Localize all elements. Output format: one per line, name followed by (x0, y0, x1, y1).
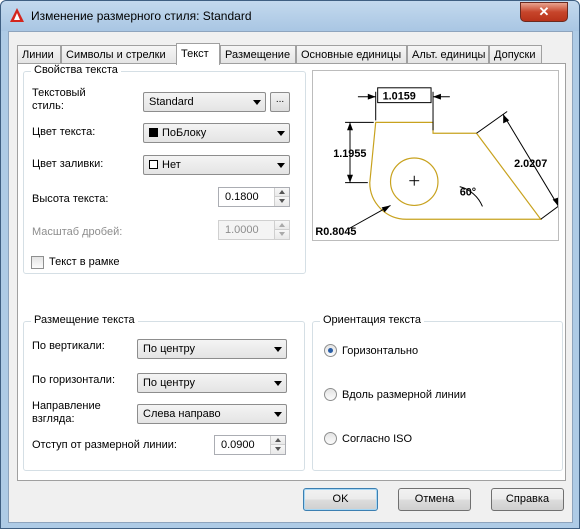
spin-up-icon[interactable] (274, 221, 289, 230)
combo-value: По центру (143, 343, 195, 355)
spin-down-icon[interactable] (274, 197, 289, 206)
dim-right-text: 2.0207 (514, 158, 547, 170)
spinner-value: 1.0000 (225, 224, 259, 236)
tab-label: Размещение (225, 49, 291, 61)
offset-spinner[interactable]: 0.0900 (214, 435, 286, 455)
radio-horizontal[interactable] (324, 344, 337, 357)
dim-left-text: 1.1955 (333, 148, 366, 160)
text-height-spinner[interactable]: 0.1800 (218, 187, 290, 207)
dialog-client: Линии Символы и стрелки Текст Размещение… (8, 31, 573, 523)
radio-iso-label: Согласно ISO (342, 433, 413, 445)
dim-angle-text: 60° (460, 187, 476, 199)
horizontal-combo[interactable]: По центру (137, 373, 287, 393)
chevron-down-icon (274, 412, 282, 417)
combo-value-wrap: Нет (149, 159, 181, 171)
fraction-scale-spinner[interactable]: 1.0000 (218, 220, 290, 240)
text-properties-group: Свойства текста Текстовый стиль: Standar… (23, 64, 306, 274)
radio-iso[interactable] (324, 432, 337, 445)
text-style-label: Текстовый стиль: (32, 87, 86, 112)
preview-outline (369, 121, 542, 220)
chevron-down-icon (274, 347, 282, 352)
combo-value: ПоБлоку (162, 127, 207, 139)
vertical-label: По вертикали: (32, 340, 105, 352)
tab-label: Основные единицы (301, 49, 402, 61)
tab-label: Линии (22, 49, 54, 61)
button-label: OK (332, 493, 349, 505)
group-title: Ориентация текста (320, 314, 425, 326)
offset-label: Отступ от размерной линии: (32, 439, 177, 451)
dimension-preview: 1.0159 1.1955 2.0207 60° R0.8045 (312, 70, 559, 241)
tab-symbols-arrows[interactable]: Символы и стрелки (61, 45, 177, 64)
chevron-down-icon (277, 163, 285, 168)
text-color-label: Цвет текста: (32, 126, 96, 138)
button-label: Отмена (414, 493, 455, 505)
close-button[interactable]: ✕ (520, 2, 568, 22)
combo-value-wrap: ПоБлоку (149, 127, 206, 139)
tab-alternate-units[interactable]: Альт. единицы (407, 45, 489, 64)
color-swatch (149, 160, 158, 169)
radio-horizontal-label: Горизонтально (342, 345, 419, 357)
tab-label: Текст (181, 48, 209, 60)
horizontal-label: По горизонтали: (32, 374, 115, 386)
group-title: Размещение текста (31, 314, 138, 326)
radio-aligned[interactable] (324, 388, 337, 401)
tab-fit[interactable]: Размещение (220, 45, 296, 64)
window-title: Изменение размерного стиля: Standard (31, 9, 252, 23)
text-orientation-group: Ориентация текста Горизонтально Вдоль ра… (312, 314, 563, 471)
tab-panel: Свойства текста Текстовый стиль: Standar… (17, 63, 566, 481)
fraction-scale-label: Масштаб дробей: (32, 226, 123, 238)
group-title: Свойства текста (31, 64, 121, 76)
part-outline (369, 121, 542, 220)
spinner-value: 0.0900 (221, 439, 255, 451)
tab-tolerances[interactable]: Допуски (489, 45, 542, 64)
combo-value: По центру (143, 377, 195, 389)
spin-down-icon[interactable] (270, 445, 285, 454)
cancel-button[interactable]: Отмена (398, 488, 471, 511)
spin-up-icon[interactable] (270, 436, 285, 445)
radio-aligned-label: Вдоль размерной линии (342, 389, 466, 401)
text-style-browse-button[interactable]: ... (270, 92, 290, 112)
vertical-combo[interactable]: По центру (137, 339, 287, 359)
text-color-combo[interactable]: ПоБлоку (143, 123, 290, 143)
text-style-combo[interactable]: Standard (143, 92, 266, 112)
ok-button[interactable]: OK (303, 488, 378, 511)
dim-radius-text: R0.8045 (315, 226, 356, 238)
tab-label: Альт. единицы (412, 49, 486, 61)
tab-lines[interactable]: Линии (17, 45, 61, 64)
dialog-window: Изменение размерного стиля: Standard ✕ Л… (0, 0, 580, 529)
tab-text[interactable]: Текст (176, 43, 220, 65)
fill-color-combo[interactable]: Нет (143, 155, 290, 175)
color-swatch (149, 128, 158, 137)
title-bar[interactable]: Изменение размерного стиля: Standard ✕ (1, 1, 579, 31)
close-icon: ✕ (538, 4, 550, 19)
ellipsis-icon: ... (275, 94, 285, 105)
tab-primary-units[interactable]: Основные единицы (296, 45, 407, 64)
combo-value: Standard (149, 96, 194, 108)
dim-top-text: 1.0159 (383, 91, 416, 103)
chevron-down-icon (277, 131, 285, 136)
text-height-label: Высота текста: (32, 193, 109, 205)
tab-label: Символы и стрелки (66, 49, 166, 61)
spin-down-icon[interactable] (274, 230, 289, 239)
combo-value: Нет (162, 159, 181, 171)
tab-label: Допуски (494, 49, 536, 61)
chevron-down-icon (253, 100, 261, 105)
button-label: Справка (505, 493, 550, 505)
autocad-logo-icon (10, 8, 24, 22)
frame-text-checkbox[interactable] (31, 256, 44, 269)
spin-up-icon[interactable] (274, 188, 289, 197)
text-placement-group: Размещение текста По вертикали: По центр… (23, 314, 305, 471)
combo-value: Слева направо (143, 408, 221, 420)
chevron-down-icon (274, 381, 282, 386)
view-direction-label: Направление взгляда: (32, 400, 101, 425)
fill-color-label: Цвет заливки: (32, 158, 104, 170)
view-direction-combo[interactable]: Слева направо (137, 404, 287, 424)
frame-text-label: Текст в рамке (49, 256, 120, 268)
spinner-value: 0.1800 (225, 191, 259, 203)
help-button[interactable]: Справка (491, 488, 564, 511)
